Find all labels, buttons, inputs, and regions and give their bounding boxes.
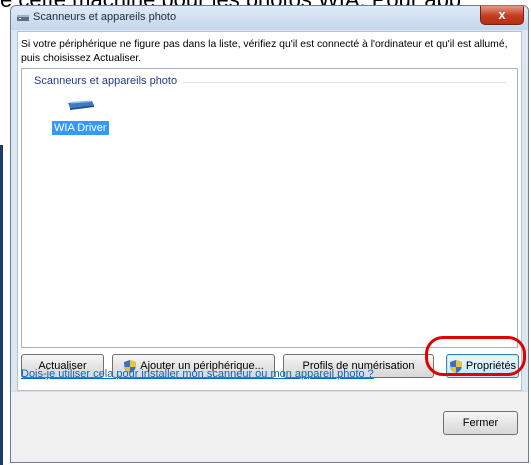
help-link[interactable]: Dois-je utiliser cela pour installer mon… xyxy=(21,368,374,380)
properties-button[interactable]: Propriétés xyxy=(446,354,519,378)
device-label: WIA Driver xyxy=(52,121,109,135)
close-window-button[interactable]: x xyxy=(480,6,524,25)
device-list[interactable]: Scanneurs et appareils photo WIA Driver xyxy=(21,68,518,348)
background-window-edge xyxy=(0,145,3,465)
footer-bar: Fermer xyxy=(11,391,528,462)
scanners-dialog: Scanneurs et appareils photo x Si votre … xyxy=(10,5,529,463)
properties-button-label: Propriétés xyxy=(465,360,517,372)
shield-icon xyxy=(449,359,462,373)
scanner-title-icon xyxy=(17,15,29,21)
title-bar[interactable]: Scanneurs et appareils photo x xyxy=(11,6,528,30)
close-button[interactable]: Fermer xyxy=(443,411,518,435)
intro-text: Si votre périphérique ne figure pas dans… xyxy=(21,39,508,64)
group-label: Scanneurs et appareils photo xyxy=(34,75,184,87)
group-header: Scanneurs et appareils photo xyxy=(34,75,507,89)
scanner-icon xyxy=(68,100,94,110)
content-panel: Si votre périphérique ne figure pas dans… xyxy=(17,31,522,391)
close-button-label: Fermer xyxy=(462,417,499,429)
window-title: Scanneurs et appareils photo xyxy=(33,11,177,23)
